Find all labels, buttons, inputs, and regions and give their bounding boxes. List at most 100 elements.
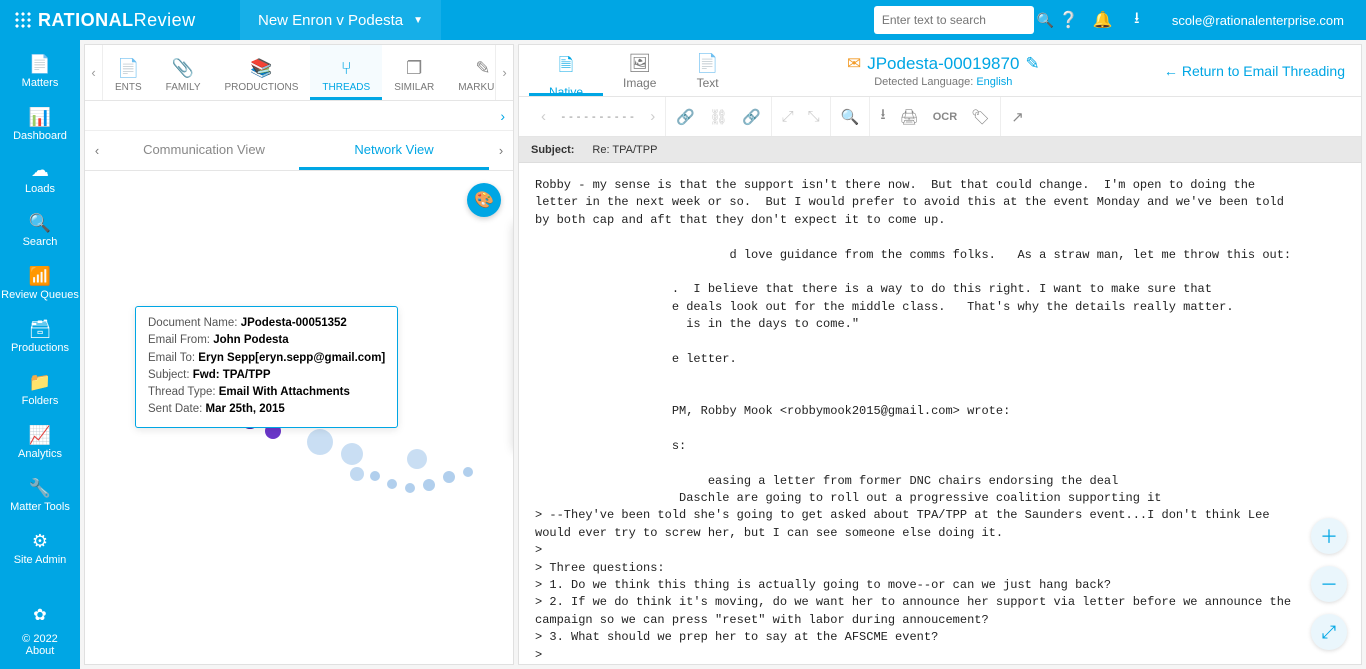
sidebar-item-site-admin[interactable]: ⚙Site Admin [0,523,80,576]
chain-icon[interactable]: 🔗 [742,108,761,126]
network-node[interactable] [387,479,397,489]
zoom-in-button[interactable]: ＋ [1311,518,1347,554]
settings-icon[interactable]: ✿ [22,605,58,625]
network-node[interactable] [405,483,415,493]
chart-icon: 📈 [0,425,80,446]
unlink-icon[interactable]: ⛓ [709,108,728,126]
collapse-icon[interactable]: ⤡ [808,108,820,125]
view-tab-network[interactable]: Network View [299,131,489,170]
view-scroll-left[interactable]: ‹ [85,131,109,170]
copyright: © 2022 [22,633,58,645]
tab-ents[interactable]: 📄ENTS [103,45,154,100]
network-canvas[interactable]: 🎨 Attachment Email With Attachments Inne… [85,171,513,664]
envelope-icon: ✉ [847,54,861,74]
file-outline-icon: 🗎 [559,53,573,83]
rtab-image[interactable]: 🖼Image [603,45,676,96]
network-node[interactable] [463,467,473,477]
language-link[interactable]: English [976,76,1012,88]
gauge-icon: 📊 [0,107,80,128]
sidebar-item-matter-tools[interactable]: 🔧Matter Tools [0,470,80,523]
subject-value: Re: TPA/TPP [592,144,657,156]
book-icon: 📚 [250,58,272,79]
find-icon[interactable]: 🔍 [841,108,860,126]
view-tab-communication[interactable]: Communication View [109,131,299,170]
doc-title-area: ✉ JPodesta-00019870 ✎ Detected Language:… [739,45,1148,96]
sidebar-item-analytics[interactable]: 📈Analytics [0,417,80,470]
image-icon: 🖼 [628,53,651,74]
print-icon[interactable]: 🖨 [900,108,919,126]
rtab-native[interactable]: 🗎Native [529,45,603,96]
next-doc-icon[interactable]: › [650,108,655,125]
tab-productions[interactable]: 📚PRODUCTIONS [213,45,311,100]
doc-icon: 📄 [117,58,139,79]
tabs-scroll-left[interactable]: ‹ [85,45,103,100]
pencil-icon: ✎ [475,58,490,79]
app-logo: RATIONALReview [0,0,240,40]
network-node[interactable] [407,449,427,469]
wrench-icon: 🔧 [0,478,80,499]
tab-markups[interactable]: ✎MARKUPS [446,45,495,100]
tags-icon[interactable]: 🏷 [971,108,990,126]
network-node[interactable] [350,467,364,481]
project-selector[interactable]: New Enron v Podesta ▼ [240,0,441,40]
prev-doc-icon[interactable]: ‹ [541,108,546,125]
subject-bar: Subject: Re: TPA/TPP [519,137,1361,163]
sidebar-item-productions[interactable]: 🗃Productions [0,311,80,364]
left-sidebar: 📄Matters 📊Dashboard ☁Loads 🔍Search 📶Revi… [0,40,80,669]
about-link[interactable]: About [22,645,58,657]
tab-similar[interactable]: ❐SIMILAR [382,45,446,100]
sidebar-item-folders[interactable]: 📁Folders [0,364,80,417]
download-icon[interactable]: ⭳ [1120,7,1154,34]
help-icon[interactable]: ❔ [1052,10,1086,30]
folder-icon: 📁 [0,372,80,393]
rtab-text[interactable]: 📄Text [676,45,738,96]
sidebar-item-loads[interactable]: ☁Loads [0,152,80,205]
node-tooltip: Document Name: JPodesta-00051352 Email F… [135,306,398,428]
user-menu[interactable]: scole@rationalenterprise.com [1154,13,1366,28]
global-search[interactable]: 🔍 [874,6,1034,34]
popout-icon[interactable]: ↗ [1011,108,1024,126]
notifications-icon[interactable]: 🔔 [1086,10,1120,30]
ocr-button[interactable]: OCR [933,111,957,123]
magnifier-icon: 🔍 [0,213,80,234]
project-name: New Enron v Podesta [258,12,403,29]
collapse-icon[interactable]: › [500,108,505,124]
email-body[interactable]: Robby - my sense is that the support isn… [519,163,1361,664]
link-icon[interactable]: 🔗 [676,108,695,126]
brand-bold: RATIONAL [38,10,134,30]
logo-dots-icon [14,11,32,29]
zoom-out-button[interactable]: － [1311,566,1347,602]
top-bar: RATIONALReview New Enron v Podesta ▼ 🔍 ❔… [0,0,1366,40]
cloud-icon: ☁ [0,160,80,181]
return-to-threading[interactable]: ← Return to Email Threading [1148,45,1361,96]
thread-panel: ‹ 📄ENTS 📎FAMILY 📚PRODUCTIONS ⑂THREADS ❐S… [84,44,514,665]
box-icon: 🗃 [0,319,80,340]
document-panel: 🗎Native 🖼Image 📄Text ✉ JPodesta-00019870… [518,44,1362,665]
view-scroll-right[interactable]: › [489,131,513,170]
sidebar-item-search[interactable]: 🔍Search [0,205,80,258]
tab-threads[interactable]: ⑂THREADS [310,45,382,100]
doc-toolbar: ‹ ---------- › 🔗 ⛓ 🔗 ⤢ ⤡ 🔍 ⭳ [519,97,1361,137]
expand-icon[interactable]: ⤢ [782,108,794,125]
branch-icon: ⑂ [341,58,352,79]
caret-down-icon: ▼ [413,15,423,26]
sidebar-item-review-queues[interactable]: 📶Review Queues [0,258,80,311]
tabs-scroll-right[interactable]: › [495,45,513,100]
subject-label: Subject: [531,144,574,156]
network-node[interactable] [307,429,333,455]
tab-family[interactable]: 📎FAMILY [154,45,213,100]
search-input[interactable] [882,13,1037,27]
download-doc-icon[interactable]: ⭳ [880,104,885,129]
network-node[interactable] [443,471,455,483]
fullscreen-button[interactable]: ⤢ [1311,614,1347,650]
brand-light: Review [134,10,196,30]
cogs-icon: ⚙ [0,531,80,552]
legend-toggle-button[interactable]: 🎨 [467,183,501,217]
copy-icon: ❐ [406,58,422,79]
sidebar-item-matters[interactable]: 📄Matters [0,46,80,99]
network-node[interactable] [341,443,363,465]
network-node[interactable] [370,471,380,481]
sidebar-item-dashboard[interactable]: 📊Dashboard [0,99,80,152]
network-node[interactable] [423,479,435,491]
edit-icon[interactable]: ✎ [1025,54,1039,74]
